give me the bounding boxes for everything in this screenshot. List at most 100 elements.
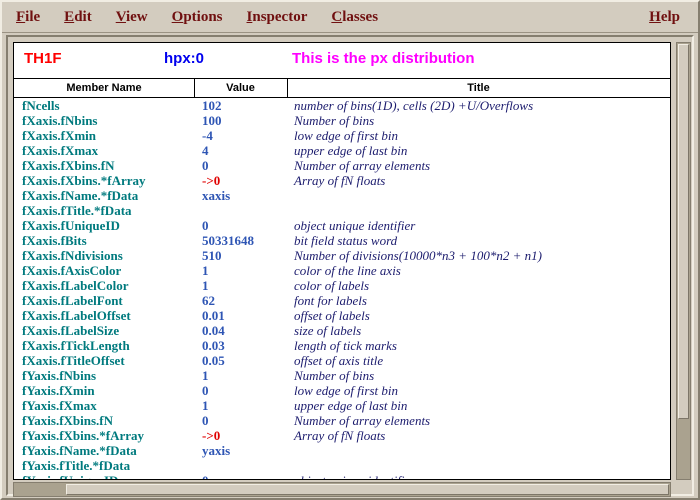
table-row: fXaxis.fXbins.fN0Number of array element… xyxy=(14,158,670,173)
member-title-cell: number of bins(1D), cells (2D) +U/Overfl… xyxy=(294,98,533,113)
member-name-cell: fXaxis.fXmin xyxy=(22,128,96,143)
member-name-cell: fYaxis.fNbins xyxy=(22,368,96,383)
member-value-cell: 0 xyxy=(202,218,209,233)
member-title-cell: font for labels xyxy=(294,293,367,308)
member-value-cell: 0 xyxy=(202,383,209,398)
vertical-scrollbar-thumb[interactable] xyxy=(678,44,689,419)
member-title-cell: offset of axis title xyxy=(294,353,383,368)
member-value-cell: 0.04 xyxy=(202,323,225,338)
menu-item-file[interactable]: File xyxy=(16,9,40,26)
member-title-cell: object unique identifier xyxy=(294,473,415,479)
table-row: fXaxis.fNbins 100 Number of bins xyxy=(14,113,670,128)
member-name-cell: fXaxis.fLabelColor xyxy=(22,278,129,293)
horizontal-scrollbar[interactable] xyxy=(13,482,671,497)
member-value-cell[interactable]: ->0 xyxy=(202,173,220,188)
member-title-cell: Number of array elements xyxy=(294,413,430,428)
menu-bar: File Edit View Options Inspector Classes… xyxy=(2,2,698,33)
member-value-cell: 102 xyxy=(202,98,222,113)
member-name-cell: fXaxis.fXmax xyxy=(22,143,98,158)
table-row: fXaxis.fXmin -4 low edge of first bin xyxy=(14,128,670,143)
member-value-cell: 1 xyxy=(202,398,209,413)
member-value-cell: 0 xyxy=(202,158,209,173)
member-title-cell: upper edge of last bin xyxy=(294,143,407,158)
column-header-value: Value xyxy=(194,82,287,94)
member-value-cell: xaxis xyxy=(202,188,230,203)
table-row: fXaxis.fLabelColor1color of labels xyxy=(14,278,670,293)
member-name-cell: fYaxis.fName.*fData xyxy=(22,443,137,458)
member-name-cell: fXaxis.fNdivisions xyxy=(22,248,123,263)
menu-item-help[interactable]: Help xyxy=(649,9,684,26)
object-title: This is the px distribution xyxy=(292,50,475,67)
horizontal-scrollbar-thumb[interactable] xyxy=(66,484,669,495)
member-value-cell: 62 xyxy=(202,293,215,308)
member-value-cell: -4 xyxy=(202,128,213,143)
object-header: TH1F hpx:0 This is the px distribution xyxy=(14,50,670,74)
table-row: fXaxis.fName.*fData xaxis xyxy=(14,188,670,203)
table-row: fXaxis.fLabelOffset 0.01 offset of labels xyxy=(14,308,670,323)
vertical-scrollbar[interactable] xyxy=(676,42,691,480)
member-title-cell: offset of labels xyxy=(294,308,370,323)
table-row: fYaxis.fXmin 0 low edge of first bin xyxy=(14,383,670,398)
member-title-cell: Number of bins xyxy=(294,368,374,383)
table-row: fYaxis.fNbins 1 Number of bins xyxy=(14,368,670,383)
member-title-cell: color of labels xyxy=(294,278,369,293)
member-name-cell: fXaxis.fLabelOffset xyxy=(22,308,131,323)
menu-item-edit[interactable]: Edit xyxy=(64,9,92,26)
menu-item-options[interactable]: Options xyxy=(172,9,223,26)
member-name-cell: fXaxis.fName.*fData xyxy=(22,188,138,203)
header-divider xyxy=(14,78,670,79)
inspector-window: File Edit View Options Inspector Classes… xyxy=(0,0,700,500)
member-name-cell: fYaxis.fTitle.*fData xyxy=(22,458,130,473)
table-row: fXaxis.fNdivisions 510 Number of divisions… xyxy=(14,248,670,263)
member-name-cell: fXaxis.fTitle.*fData xyxy=(22,203,132,218)
member-name-cell: fYaxis.fXmin xyxy=(22,383,95,398)
table-row: fYaxis.fTitle.*fData xyxy=(14,458,670,473)
table-row: fXaxis.fUniqueID0object unique identifie… xyxy=(14,218,670,233)
member-name-cell: fNcells xyxy=(22,98,60,113)
member-title-cell: low edge of first bin xyxy=(294,128,398,143)
member-value-cell: 510 xyxy=(202,248,222,263)
member-value-cell: 0.05 xyxy=(202,353,225,368)
member-title-cell: Number of array elements xyxy=(294,158,430,173)
object-class-name: TH1F xyxy=(24,50,62,67)
table-row: fXaxis.fXmax 4 upper edge of last bin xyxy=(14,143,670,158)
table-row: fXaxis.fBits50331648bit field status wor… xyxy=(14,233,670,248)
member-name-cell: fXaxis.fLabelSize xyxy=(22,323,119,338)
member-name-cell: fXaxis.fXbins.*fArray xyxy=(22,173,146,188)
inspector-canvas[interactable]: TH1F hpx:0 This is the px distribution M… xyxy=(13,42,671,480)
member-title-cell: Number of bins xyxy=(294,113,374,128)
member-name-cell: fYaxis.fUniqueID xyxy=(22,473,118,479)
member-name-cell: fYaxis.fXbins.fN xyxy=(22,413,113,428)
member-value-cell: 4 xyxy=(202,143,209,158)
member-name-cell: fXaxis.fTickLength xyxy=(22,338,130,353)
menu-item-view[interactable]: View xyxy=(116,9,148,26)
member-title-cell: Number of divisions(10000*n3 + 100*n2 + … xyxy=(294,248,542,263)
member-value-cell: 100 xyxy=(202,113,222,128)
member-name-cell: fXaxis.fTitleOffset xyxy=(22,353,125,368)
member-title-cell: upper edge of last bin xyxy=(294,398,407,413)
member-name-cell: fXaxis.fAxisColor xyxy=(22,263,121,278)
menu-item-classes[interactable]: Classes xyxy=(331,9,378,26)
table-row: fYaxis.fXbins.fN 0 Number of array element… xyxy=(14,413,670,428)
table-row: fXaxis.fTitleOffset 0.05 offset of axis ti… xyxy=(14,353,670,368)
member-title-cell: length of tick marks xyxy=(294,338,397,353)
member-name-cell: fXaxis.fLabelFont xyxy=(22,293,123,308)
table-row: fXaxis.fXbins.*fArray->0Array of fN floa… xyxy=(14,173,670,188)
table-row: fYaxis.fName.*fDatayaxis xyxy=(14,443,670,458)
member-value-cell: 0 xyxy=(202,413,209,428)
menu-item-inspector[interactable]: Inspector xyxy=(247,9,308,26)
column-header-member: Member Name xyxy=(14,82,194,94)
table-row: fXaxis.fTickLength0.03length of tick mar… xyxy=(14,338,670,353)
member-name-cell: fXaxis.fNbins xyxy=(22,113,98,128)
table-row: fYaxis.fUniqueID 0 object unique identifie… xyxy=(14,473,670,479)
member-value-cell: 1 xyxy=(202,368,209,383)
member-name-cell: fXaxis.fBits xyxy=(22,233,87,248)
table-row: fNcells 102 number of bins(1D), cells (2D)… xyxy=(14,98,670,113)
member-title-cell: low edge of first bin xyxy=(294,383,398,398)
member-value-cell: 0.01 xyxy=(202,308,225,323)
member-title-cell: color of the line axis xyxy=(294,263,401,278)
member-value-cell[interactable]: ->0 xyxy=(202,428,220,443)
member-name-cell: fYaxis.fXbins.*fArray xyxy=(22,428,144,443)
column-separator xyxy=(194,79,195,97)
member-value-cell: 0 xyxy=(202,473,209,479)
